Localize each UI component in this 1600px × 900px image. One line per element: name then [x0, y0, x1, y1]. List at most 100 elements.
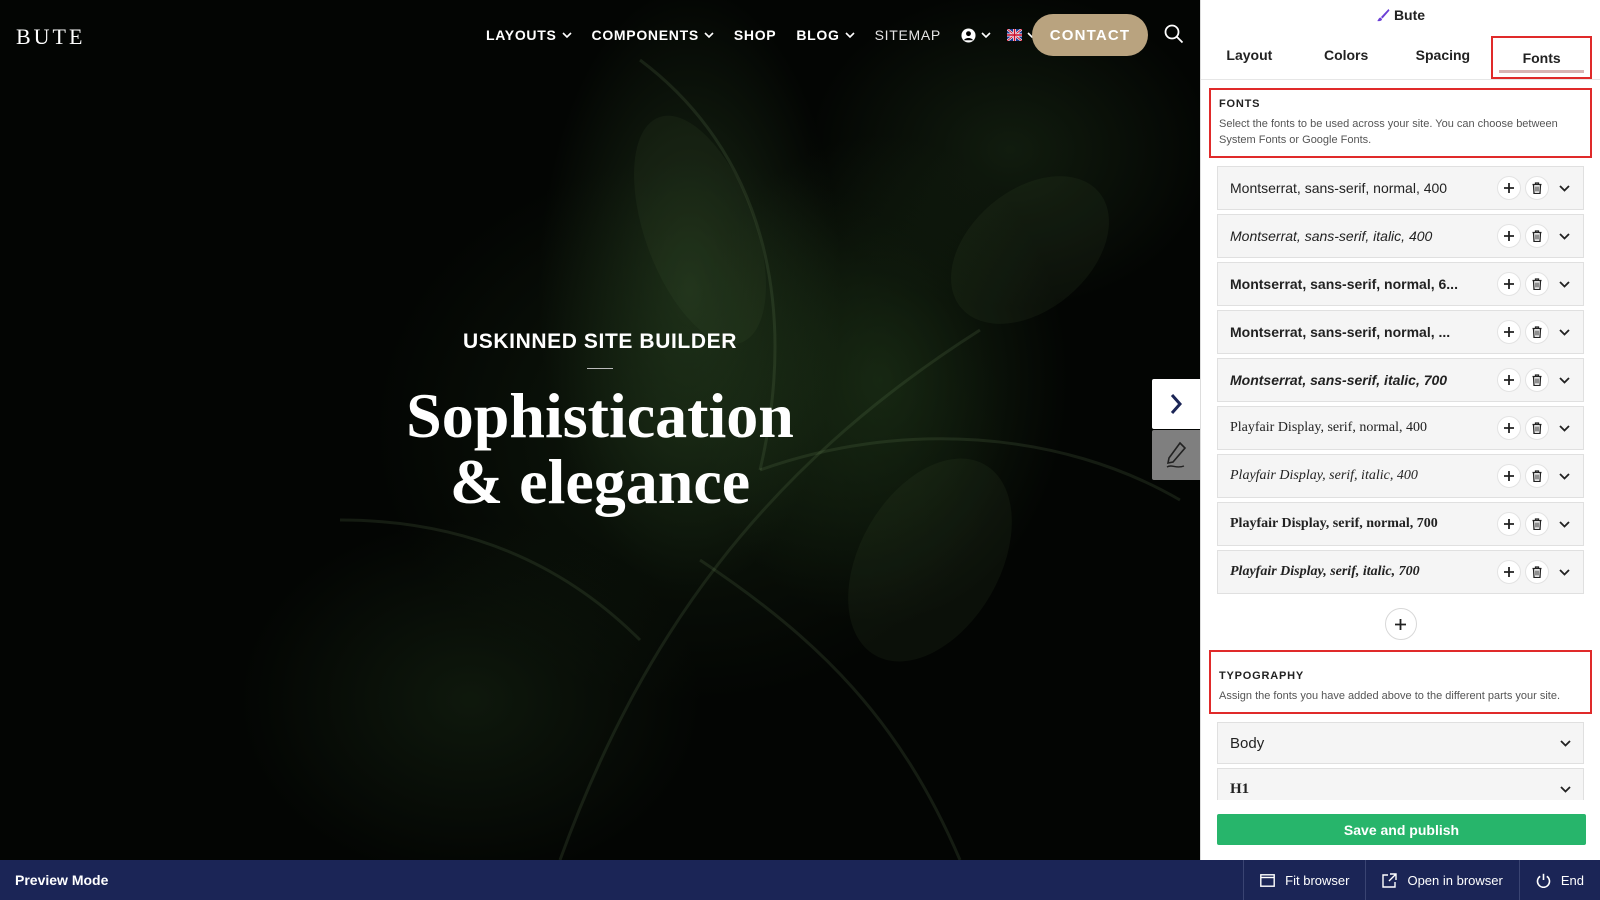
delete-font-button[interactable]	[1525, 416, 1549, 440]
plus-icon	[1504, 375, 1514, 385]
expand-font-button[interactable]	[1553, 472, 1575, 480]
expand-font-button[interactable]	[1553, 568, 1575, 576]
nav-shop-label: SHOP	[733, 27, 777, 43]
add-variant-button[interactable]	[1497, 416, 1521, 440]
trash-icon	[1532, 470, 1542, 482]
chevron-down-icon	[1558, 280, 1570, 288]
nav-components-label: COMPONENTS	[591, 27, 699, 43]
fonts-section-title: FONTS	[1219, 98, 1261, 110]
expand-font-button[interactable]	[1553, 376, 1575, 384]
typography-item-h1[interactable]: H1	[1217, 768, 1584, 800]
tab-spacing[interactable]: Spacing	[1395, 30, 1492, 79]
hero-divider	[587, 368, 613, 369]
chevron-down-icon	[704, 31, 714, 38]
user-icon	[961, 27, 976, 43]
nav-shop[interactable]: SHOP	[734, 27, 776, 43]
font-row[interactable]: Playfair Display, serif, italic, 400	[1217, 454, 1584, 498]
nav-blog-label: BLOG	[796, 27, 840, 43]
open-in-browser-button[interactable]: Open in browser	[1365, 860, 1518, 900]
site-logo[interactable]: BUTE	[16, 24, 85, 50]
font-row[interactable]: Playfair Display, serif, italic, 700	[1217, 550, 1584, 594]
fit-browser-button[interactable]: Fit browser	[1243, 860, 1365, 900]
expand-font-button[interactable]	[1553, 232, 1575, 240]
font-name: Playfair Display, serif, normal, 400	[1230, 420, 1427, 435]
trash-icon	[1532, 518, 1542, 530]
tab-colors[interactable]: Colors	[1298, 30, 1395, 79]
open-in-browser-label: Open in browser	[1407, 872, 1503, 888]
hero-title-line-2: & elegance	[449, 446, 751, 517]
brush-icon	[1376, 9, 1390, 22]
font-name: Montserrat, sans-serif, italic, 400	[1230, 228, 1433, 244]
search-icon[interactable]	[1164, 24, 1184, 49]
chevron-down-icon	[1558, 472, 1570, 480]
font-row[interactable]: Montserrat, sans-serif, italic, 700	[1217, 358, 1584, 402]
font-row[interactable]: Playfair Display, serif, normal, 700	[1217, 502, 1584, 546]
nav-layouts[interactable]: LAYOUTS	[486, 27, 572, 43]
collapse-panel-button[interactable]	[1152, 379, 1200, 429]
delete-font-button[interactable]	[1525, 224, 1549, 248]
typography-item-body[interactable]: Body	[1217, 722, 1584, 764]
add-variant-button[interactable]	[1497, 464, 1521, 488]
pen-icon	[1166, 441, 1187, 468]
trash-icon	[1532, 422, 1542, 434]
fonts-section-description: Select the fonts to be used across your …	[1219, 118, 1558, 146]
font-row[interactable]: Montserrat, sans-serif, italic, 400	[1217, 214, 1584, 258]
nav-sitemap[interactable]: SITEMAP	[875, 27, 941, 43]
trash-icon	[1532, 566, 1542, 578]
expand-font-button[interactable]	[1553, 328, 1575, 336]
delete-font-button[interactable]	[1525, 368, 1549, 392]
delete-font-button[interactable]	[1525, 320, 1549, 344]
chevron-down-icon	[1558, 184, 1570, 192]
plus-icon	[1395, 618, 1406, 630]
tab-fonts[interactable]: Fonts	[1491, 36, 1592, 79]
expand-font-button[interactable]	[1553, 280, 1575, 288]
font-row[interactable]: Montserrat, sans-serif, normal, ...	[1217, 310, 1584, 354]
delete-font-button[interactable]	[1525, 512, 1549, 536]
delete-font-button[interactable]	[1525, 560, 1549, 584]
add-variant-button[interactable]	[1497, 368, 1521, 392]
hero-section: USKINNED SITE BUILDER Sophistication & e…	[350, 330, 850, 515]
font-name: Playfair Display, serif, italic, 700	[1230, 564, 1420, 579]
chevron-down-icon	[1558, 568, 1570, 576]
add-variant-button[interactable]	[1497, 176, 1521, 200]
edit-mode-button[interactable]	[1152, 430, 1200, 480]
uk-flag-icon	[1006, 29, 1022, 41]
add-variant-button[interactable]	[1497, 560, 1521, 584]
delete-font-button[interactable]	[1525, 272, 1549, 296]
add-variant-button[interactable]	[1497, 320, 1521, 344]
main-navigation: LAYOUTS COMPONENTS SHOP BLOG SITEMAP	[486, 22, 1037, 48]
expand-font-button[interactable]	[1553, 184, 1575, 192]
tab-layout[interactable]: Layout	[1201, 30, 1298, 79]
font-row[interactable]: Montserrat, sans-serif, normal, 400	[1217, 166, 1584, 210]
nav-blog[interactable]: BLOG	[796, 27, 855, 43]
contact-button[interactable]: CONTACT	[1032, 14, 1148, 56]
plus-icon	[1504, 423, 1514, 433]
typography-section-title: TYPOGRAPHY	[1219, 670, 1305, 682]
nav-components[interactable]: COMPONENTS	[592, 27, 714, 43]
chevron-down-icon	[845, 31, 855, 38]
plus-icon	[1504, 327, 1514, 337]
site-preview: BUTE LAYOUTS COMPONENTS SHOP BLOG SITEMA…	[0, 0, 1200, 860]
font-row[interactable]: Montserrat, sans-serif, normal, 6...	[1217, 262, 1584, 306]
expand-font-button[interactable]	[1553, 520, 1575, 528]
add-variant-button[interactable]	[1497, 272, 1521, 296]
add-font-button[interactable]	[1384, 608, 1417, 640]
add-variant-button[interactable]	[1497, 224, 1521, 248]
save-and-publish-button[interactable]: Save and publish	[1217, 814, 1586, 845]
plus-icon	[1504, 279, 1514, 289]
add-variant-button[interactable]	[1497, 512, 1521, 536]
end-preview-button[interactable]: End	[1518, 860, 1600, 900]
delete-font-button[interactable]	[1525, 176, 1549, 200]
power-icon	[1536, 873, 1551, 888]
chevron-down-icon	[981, 31, 991, 38]
expand-font-button[interactable]	[1553, 424, 1575, 432]
window-icon	[1260, 873, 1276, 887]
panel-tabs: Layout Colors Spacing Fonts	[1201, 30, 1600, 80]
delete-font-button[interactable]	[1525, 464, 1549, 488]
font-name: Montserrat, sans-serif, normal, 6...	[1230, 276, 1458, 292]
user-menu[interactable]	[961, 27, 991, 43]
trash-icon	[1532, 374, 1542, 386]
trash-icon	[1532, 326, 1542, 338]
preview-toolbar: Preview Mode Fit browser Open in browser…	[0, 860, 1600, 900]
font-row[interactable]: Playfair Display, serif, normal, 400	[1217, 406, 1584, 450]
